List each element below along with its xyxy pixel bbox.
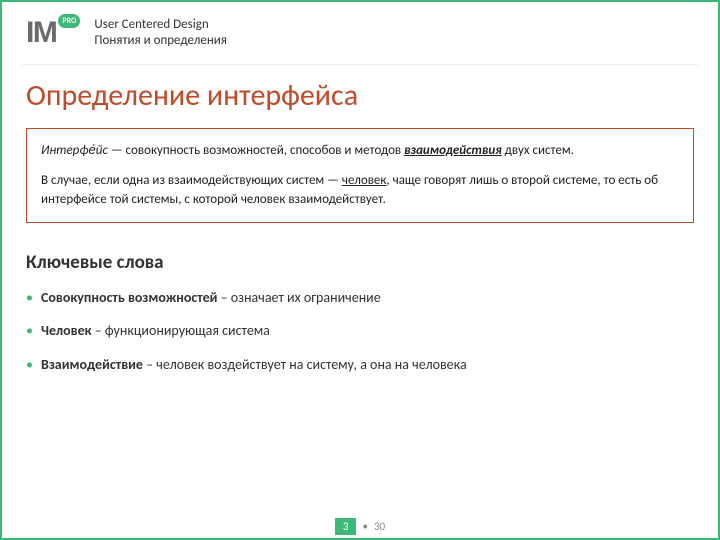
list-item-strong: Человек	[41, 322, 92, 339]
bullet-list: • Совокупность возможностей – означает и…	[2, 288, 718, 375]
list-item-rest: – человек воздействует на систему, а она…	[143, 356, 467, 373]
page-total: 30	[374, 520, 385, 533]
logo-text: IM	[26, 16, 56, 50]
page-sep: •	[362, 520, 367, 533]
definition-p2: В случае, если одна из взаимодействующих…	[41, 171, 679, 210]
list-item-strong: Совокупность возможностей	[41, 289, 217, 306]
definition-box: Интерфе́йс — совокупность возможностей, …	[26, 128, 694, 223]
pager: 3 • 30	[325, 515, 395, 538]
slide: IM PRO User Centered Design Понятия и оп…	[0, 0, 720, 540]
list-item-rest: – означает их ограничение	[217, 289, 380, 306]
definition-emph: взаимодействия	[404, 143, 502, 158]
definition-p2u: человек	[342, 173, 387, 188]
list-item-text: Взаимодействие – человек воздействует на…	[41, 355, 467, 375]
logo-badge: PRO	[58, 14, 80, 28]
bullet-icon: •	[26, 288, 33, 308]
list-item-rest: – функционирующая система	[92, 322, 270, 339]
header-title: User Centered Design	[94, 17, 227, 33]
header-text: User Centered Design Понятия и определен…	[94, 17, 227, 48]
list-item: • Взаимодействие – человек воздействует …	[26, 355, 694, 375]
bullet-icon: •	[26, 355, 33, 375]
list-item-strong: Взаимодействие	[41, 356, 143, 373]
bullet-icon: •	[26, 321, 33, 341]
definition-p1: Интерфе́йс — совокупность возможностей, …	[41, 141, 679, 161]
list-item: • Совокупность возможностей – означает и…	[26, 288, 694, 308]
header: IM PRO User Centered Design Понятия и оп…	[2, 2, 718, 60]
page-title: Определение интерфейса	[2, 65, 718, 128]
footer: 3 • 30	[2, 515, 718, 538]
definition-tail: двух систем.	[502, 143, 574, 158]
list-item-text: Совокупность возможностей – означает их …	[41, 288, 381, 308]
definition-sep: — совокупность возможностей, способов и …	[108, 143, 404, 158]
logo: IM PRO	[26, 16, 80, 50]
list-item: • Человек – функционирующая система	[26, 321, 694, 341]
subhead: Ключевые слова	[2, 223, 718, 288]
definition-p2a: В случае, если одна из взаимодействующих…	[41, 173, 342, 188]
definition-term: Интерфе́йс	[41, 143, 108, 158]
page-current: 3	[335, 518, 357, 535]
header-subtitle: Понятия и определения	[94, 33, 227, 49]
list-item-text: Человек – функционирующая система	[41, 321, 270, 341]
